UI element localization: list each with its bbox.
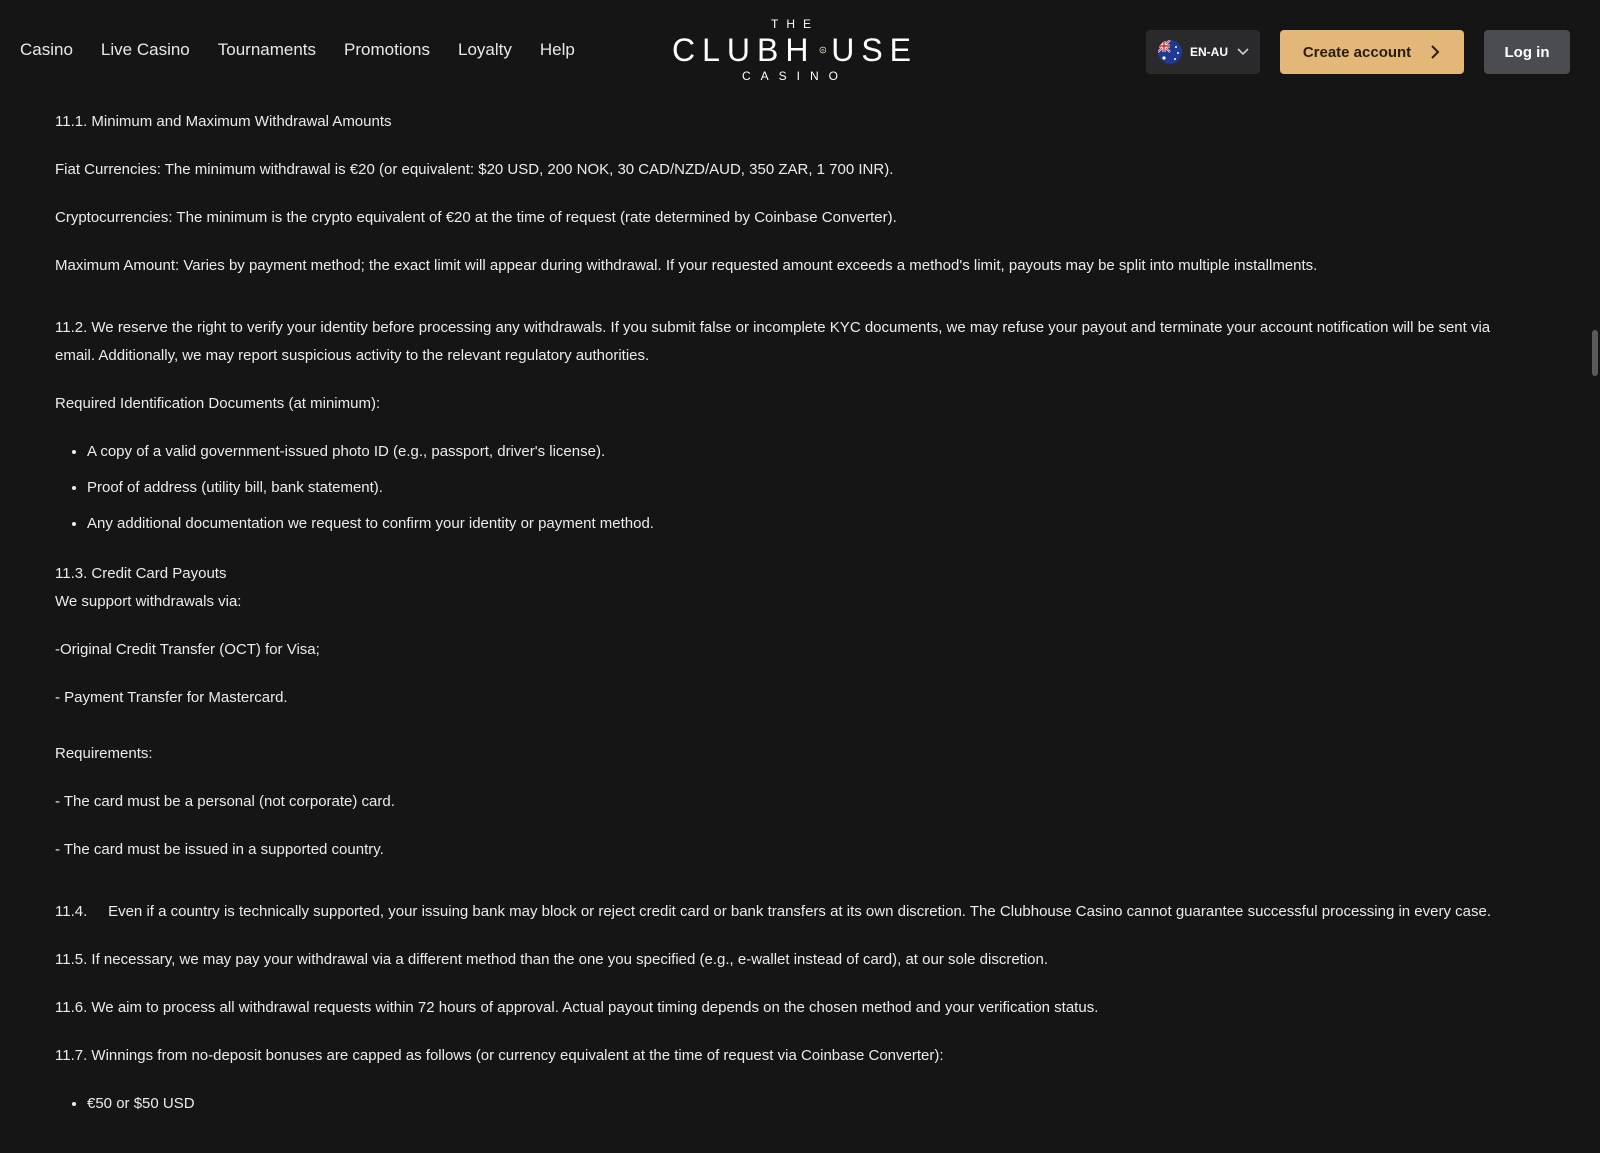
chevron-down-icon [1237,48,1249,56]
nav-live-casino[interactable]: Live Casino [101,40,190,60]
list-item: €50 or $50 USD [87,1090,1525,1118]
terms-content: 11.1. Minimum and Maximum Withdrawal Amo… [55,108,1525,1126]
nav-help[interactable]: Help [540,40,575,60]
section-11-6: 11.6. We aim to process all withdrawal r… [55,999,1099,1016]
list-item: Any additional documentation we request … [87,510,1525,538]
required-docs-list: A copy of a valid government-issued phot… [55,438,1525,538]
create-account-label: Create account [1302,43,1412,61]
section-11-3-intro: We support withdrawals via: [55,593,242,610]
section-11-1-fiat: Fiat Currencies: The minimum withdrawal … [55,161,894,178]
nav-loyalty[interactable]: Loyalty [458,40,512,60]
section-11-4: 11.4. Even if a country is technically s… [55,903,1492,920]
create-account-button[interactable]: Create account [1280,30,1464,74]
section-11-3-req1: - The card must be a personal (not corpo… [55,793,395,810]
section-11-1-title: 11.1. Minimum and Maximum Withdrawal Amo… [55,113,392,130]
nav-casino[interactable]: Casino [20,40,73,60]
australia-flag-icon [1158,40,1182,64]
section-11-3-oct: -Original Credit Transfer (OCT) for Visa… [55,641,320,658]
logo-main-left: CLUBH [672,32,816,68]
section-11-7: 11.7. Winnings from no-deposit bonuses a… [55,1047,944,1064]
logo-emblem-icon [820,46,827,54]
section-11-5: 11.5. If necessary, we may pay your with… [55,951,1049,968]
logo-casino: CASINO [741,69,848,83]
section-11-1-max: Maximum Amount: Varies by payment method… [55,257,1318,274]
language-code: EN-AU [1190,45,1228,59]
logo-the: THE [771,17,819,31]
site-logo[interactable]: THE CLUBH USE CASINO [672,16,918,86]
nav-promotions[interactable]: Promotions [344,40,430,60]
page-scrollbar[interactable] [1590,0,1600,1153]
login-button[interactable]: Log in [1484,30,1570,74]
scrollbar-thumb[interactable] [1592,330,1598,376]
section-11-3-req2: - The card must be issued in a supported… [55,841,384,858]
site-header: Casino Live Casino Tournaments Promotion… [0,0,1600,106]
section-11-2-docs-title: Required Identification Documents (at mi… [55,395,381,412]
section-11-3-req-title: Requirements: [55,745,153,762]
logo-main: CLUBH USE [672,32,918,68]
list-item: Proof of address (utility bill, bank sta… [87,474,1525,502]
section-11-2: 11.2. We reserve the right to verify you… [55,319,1491,364]
logo-main-right: USE [831,32,918,68]
section-11-3-pt: - Payment Transfer for Mastercard. [55,689,288,706]
section-11-1-crypto: Cryptocurrencies: The minimum is the cry… [55,209,897,226]
main-nav: Casino Live Casino Tournaments Promotion… [20,40,603,60]
nav-tournaments[interactable]: Tournaments [218,40,316,60]
no-deposit-caps-list: €50 or $50 USD [55,1090,1525,1118]
section-11-3-title: 11.3. Credit Card Payouts [55,565,227,582]
language-selector[interactable]: EN-AU [1146,30,1260,74]
chevron-right-icon [1431,45,1440,59]
list-item: A copy of a valid government-issued phot… [87,438,1525,466]
